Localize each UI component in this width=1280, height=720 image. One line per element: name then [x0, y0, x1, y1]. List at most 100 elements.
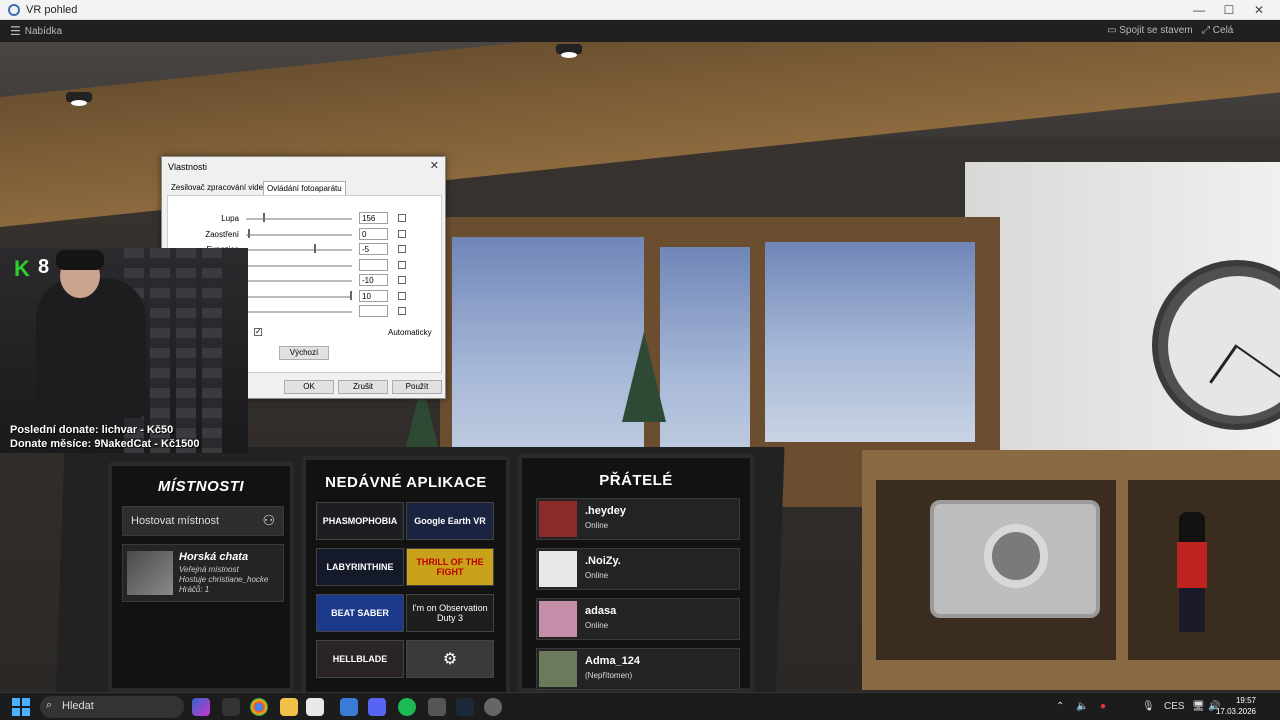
control-row: Zaostření 0 [168, 227, 443, 242]
app-tile-beat-saber[interactable]: BEAT SABER [316, 594, 404, 632]
taskbar: ⌕ Hledat ⌃ 🔈 ● 🎙 CES 🖥 🔊 19:57 17.03.202… [0, 692, 1280, 720]
close-window-button[interactable]: ✕ [1244, 0, 1274, 20]
clock-hour-hand [1209, 344, 1238, 384]
start-button[interactable] [12, 698, 30, 716]
minimize-button[interactable]: — [1184, 0, 1214, 20]
app-icon[interactable] [340, 698, 358, 716]
tray-chevron-icon[interactable]: ⌃ [1056, 701, 1064, 712]
steam-icon[interactable] [456, 698, 474, 716]
slider-thumb[interactable] [262, 213, 265, 222]
slider-track[interactable] [246, 249, 352, 251]
slider-thumb[interactable] [313, 244, 316, 253]
slider-track[interactable] [246, 311, 352, 313]
value-field[interactable]: 0 [359, 227, 388, 240]
default-button[interactable]: Výchozí [279, 346, 329, 360]
recent-apps-panel: NEDÁVNÉ APLIKACE PHASMOPHOBIA Google Ear… [302, 456, 510, 692]
friend-item[interactable]: adasa Online [536, 598, 740, 640]
slider-track[interactable] [246, 280, 352, 282]
friend-name: Adma_124 [585, 655, 641, 667]
language-indicator[interactable]: CES [1164, 701, 1185, 712]
network-icon: ⚇ [262, 512, 275, 528]
slider-thumb[interactable] [248, 228, 251, 238]
room-name: Horská chata [179, 551, 249, 563]
auto-checkbox[interactable] [398, 276, 406, 284]
maximize-button[interactable]: ☐ [1214, 0, 1244, 20]
auto-checkbox[interactable] [398, 307, 406, 315]
auto-checkbox[interactable]: ✓ [254, 328, 262, 336]
value-field[interactable]: -10 [359, 274, 388, 286]
clock[interactable]: 19:57 17.03.2026 [1216, 695, 1256, 717]
auto-checkbox[interactable] [398, 214, 406, 222]
auto-checkbox[interactable] [398, 245, 406, 253]
kick-logo: K [14, 256, 30, 281]
ok-button[interactable]: OK [284, 380, 334, 394]
streamer [36, 278, 146, 418]
value-field[interactable]: -5 [359, 243, 388, 255]
app-tile-hellblade[interactable]: HELLBLADE [316, 640, 404, 678]
auto-checkbox[interactable] [398, 229, 406, 238]
dialog-close-button[interactable]: ✕ [430, 159, 439, 172]
network-icon[interactable]: 🖥 [1192, 701, 1205, 712]
friend-name: adasa [585, 605, 617, 617]
room-type: Veřejná místnost [179, 565, 239, 574]
chrome-icon[interactable] [250, 698, 268, 716]
friend-avatar [539, 501, 577, 537]
room-thumbnail [127, 551, 173, 595]
app-tile-steam[interactable]: ⚙ [406, 640, 494, 678]
tab-camera-control[interactable]: Ovládání fotoaparátu [263, 181, 346, 195]
auto-checkbox[interactable] [398, 291, 406, 300]
app-tile-phasmophobia[interactable]: PHASMOPHOBIA [316, 502, 404, 540]
auto-checkbox[interactable] [398, 260, 406, 269]
fullscreen-button[interactable]: ⤢ Celá obrazovka [1202, 20, 1280, 58]
friend-status: (Nepřítomen) [585, 671, 633, 680]
vr-app-icon[interactable] [222, 698, 240, 716]
control-label: Zaostření [205, 229, 239, 239]
logo-number: 8 [38, 256, 50, 278]
clock-minute-hand [1236, 346, 1280, 381]
app-icon[interactable] [306, 698, 324, 716]
friends-title: PŘÁTELÉ [599, 472, 673, 489]
clock-time: 19:57 [1235, 696, 1256, 705]
friend-item[interactable]: Adma_124 (Nepřítomen) [536, 648, 740, 690]
taskbar-search[interactable]: ⌕ Hledat [40, 696, 184, 718]
dock-button[interactable]: ▭ Spojit se stavem [1107, 20, 1193, 42]
value-field[interactable]: 156 [359, 212, 388, 224]
slider-track[interactable] [246, 295, 352, 298]
month-donate-text: Donate měsíce: 9NakedCat - Kč1500 [10, 438, 200, 450]
acoustic-foam [202, 248, 222, 453]
app-tile-labyrinthine[interactable]: LABYRINTHINE [316, 548, 404, 586]
cancel-button[interactable]: Zrušit [338, 380, 388, 394]
app-tile-thrill-of-the-fight[interactable]: THRILL OF THE FIGHT [406, 548, 494, 586]
file-explorer-icon[interactable] [280, 698, 298, 716]
app-tile-google-earth-vr[interactable]: Google Earth VR [406, 502, 494, 540]
vr-headset [56, 250, 104, 270]
rooms-title: MÍSTNOSTI [157, 478, 245, 495]
slider-track[interactable] [246, 264, 352, 267]
menu-icon[interactable]: ☰ [10, 24, 21, 38]
app-tile-observation-duty[interactable]: I'm on Observation Duty 3 [406, 594, 494, 632]
value-field[interactable]: 10 [359, 289, 388, 302]
tab-video-proc-amp[interactable]: Zesilovač zpracování videa [168, 181, 271, 194]
rooms-panel: MÍSTNOSTI Hostovat místnost ⚇ Horská cha… [108, 462, 294, 692]
host-room-button[interactable]: Hostovat místnost ⚇ [122, 506, 284, 536]
room-card[interactable]: Horská chata Veřejná místnost Hostuje ch… [122, 544, 284, 602]
copilot-icon[interactable] [192, 698, 210, 716]
slider-thumb[interactable] [350, 290, 352, 300]
value-field[interactable] [359, 305, 388, 317]
last-donate-text: Poslední donate: lichvar - Kč50 [10, 424, 174, 436]
value-field[interactable] [359, 258, 388, 271]
friend-item[interactable]: .NoiZy. Online [536, 548, 740, 590]
microphone-icon[interactable]: 🎙 [1142, 701, 1155, 712]
volume-icon[interactable]: 🔈 [1076, 701, 1088, 712]
friend-item[interactable]: .heydey Online [536, 498, 740, 540]
apply-button[interactable]: Použít [392, 380, 442, 394]
settings-icon[interactable] [428, 698, 446, 716]
discord-icon[interactable] [368, 698, 386, 716]
spotify-icon[interactable] [398, 698, 416, 716]
toy-soldier [1165, 512, 1225, 642]
menu-label[interactable]: Nabídka [25, 26, 62, 37]
search-placeholder: Hledat [62, 700, 94, 712]
tray-app-icon[interactable]: ● [1100, 701, 1106, 712]
slider-track[interactable] [246, 233, 352, 236]
obs-icon[interactable] [484, 698, 502, 716]
